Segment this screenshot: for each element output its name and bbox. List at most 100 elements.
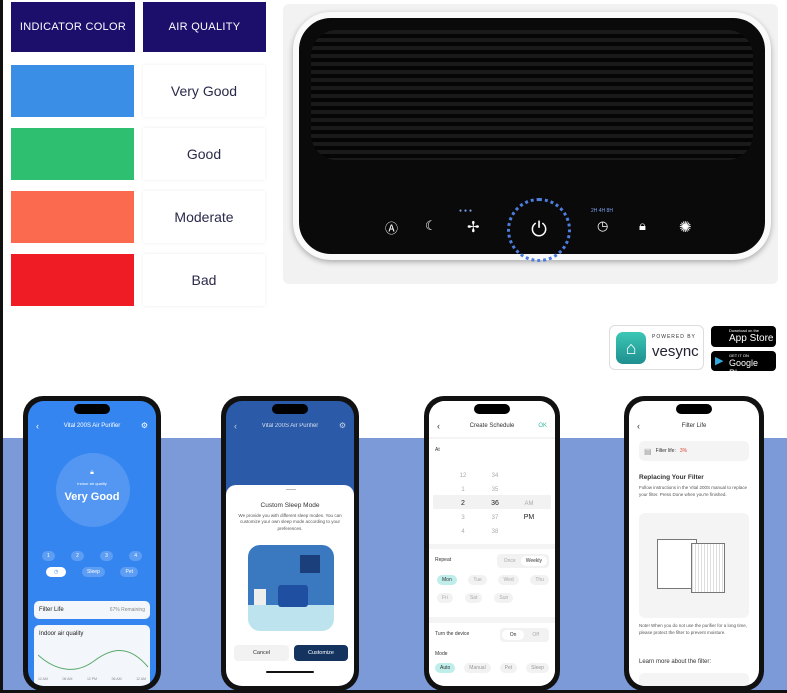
minute-option[interactable]: 34	[485, 469, 505, 483]
label-very-good: Very Good	[143, 65, 265, 117]
phone-filter-life-screen: ‹ Filter Life ▤ Filter life: 3% Replacin…	[624, 396, 764, 691]
learn-more-link[interactable]: Learn more about the filter:	[639, 659, 711, 665]
day-wed[interactable]: Wed	[498, 575, 519, 585]
filter-life-card[interactable]: Filter Life 67% Remaining	[34, 601, 150, 619]
modal-title: Custom Sleep Mode	[260, 502, 320, 509]
bedroom-illustration	[248, 545, 334, 631]
screen-title: Vital 200S Air Purifier	[63, 423, 121, 429]
gplay-text: Google Play	[729, 358, 759, 378]
modal-text: We provide you with different sleep mode…	[238, 513, 342, 531]
at-label: At	[435, 447, 440, 453]
pet-mode-button[interactable]: Pet	[120, 567, 138, 577]
color-swatch-bad	[11, 254, 134, 306]
day-mon[interactable]: Mon	[437, 575, 457, 585]
home-indicator	[266, 671, 314, 673]
vesync-logo: vesync	[652, 343, 699, 360]
mode-pet[interactable]: Pet	[499, 663, 518, 673]
minute-option[interactable]: 38	[485, 525, 505, 539]
fan-icon: ✢	[467, 219, 480, 236]
color-swatch-moderate	[11, 191, 134, 243]
app-store-badge[interactable]: Download on the App Store	[711, 326, 776, 347]
air-purifier-device: Ⓐ ☾ ✢ ●●● ⏻ 2H 4H 8H ◷ 🔒︎ ✺	[293, 12, 771, 262]
indoor-air-label: Indoor air quality	[77, 481, 107, 486]
sleep-mode-button[interactable]: Sleep	[82, 567, 105, 577]
day-thu[interactable]: Thu	[530, 575, 549, 585]
color-swatch-good	[11, 128, 134, 180]
hour-option[interactable]: 12	[453, 469, 473, 483]
power-button: ⏻	[507, 198, 571, 262]
hour-option[interactable]: 1	[453, 483, 473, 497]
air-quality-chart-card[interactable]: Indoor air quality 12 AM 06 AM 12 PM 06 AM 1…	[34, 625, 150, 686]
filter-life-label: Filter life:	[655, 448, 676, 454]
air-quality-status: Very Good	[64, 491, 120, 503]
pm-selected[interactable]: PM	[519, 511, 539, 525]
time-tick: 06 AM	[62, 677, 73, 681]
label-bad: Bad	[143, 254, 265, 306]
mode-sleep[interactable]: Sleep	[526, 663, 549, 673]
hour-selected[interactable]: 2	[453, 497, 473, 511]
filter-life-value: 3%	[679, 448, 688, 454]
time-tick: 12 AM	[136, 677, 146, 681]
time-tick: 12 PM	[86, 677, 98, 681]
play-icon: ▶	[715, 355, 724, 367]
indicator-color-header: INDICATOR COLOR	[11, 2, 135, 52]
replacing-heading: Replacing Your Filter	[639, 474, 704, 481]
powered-by-text: POWERED BY	[652, 334, 696, 340]
google-play-badge[interactable]: ▶ GET IT ON Google Play	[711, 351, 776, 378]
auto-mode-button[interactable]: ◷	[46, 567, 67, 577]
speed-1-button[interactable]: 1	[42, 551, 55, 561]
am-option[interactable]: AM	[519, 497, 539, 511]
lock-icon: 🔒︎	[639, 218, 646, 233]
minute-selected[interactable]: 36	[485, 497, 505, 511]
fan-speed-dots: ●●●	[459, 208, 475, 214]
phone-sleep-mode-screen: ‹ Vital 200S Air Purifier ⚙ Custom Sleep…	[221, 396, 359, 691]
repeat-label: Repeat	[435, 557, 452, 563]
day-sat[interactable]: Sat	[464, 593, 483, 603]
speed-4-button[interactable]: 4	[129, 551, 142, 561]
aq-trend-line	[38, 650, 149, 670]
air-grille	[311, 30, 753, 160]
minute-option[interactable]: 35	[485, 483, 505, 497]
aq-chart-label: Indoor air quality	[39, 631, 84, 637]
cancel-button[interactable]: Cancel	[234, 645, 289, 661]
day-tue[interactable]: Tue	[468, 575, 487, 585]
minute-option[interactable]: 37	[485, 511, 505, 525]
label-good: Good	[143, 128, 265, 180]
day-fri[interactable]: Fri	[437, 593, 453, 603]
hour-option[interactable]: 4	[453, 525, 473, 539]
time-picker[interactable]: At 12 1 2 3 4 34 35 36 37 38 AM PM	[429, 439, 555, 544]
light-icon: ✺	[679, 219, 692, 236]
appstore-text: App Store	[729, 333, 774, 344]
phone-schedule-screen: ‹ Create Schedule OK At 12 1 2 3 4 34 35 36 37 3…	[424, 396, 560, 691]
lock-icon: 🔒︎	[90, 469, 94, 476]
ok-button[interactable]: OK	[538, 423, 547, 429]
sleep-mode-icon: ☾	[425, 218, 437, 233]
label-moderate: Moderate	[143, 191, 265, 243]
learn-more-card[interactable]	[639, 673, 749, 686]
on-option[interactable]: On	[501, 630, 525, 640]
screen-title: Vital 200S Air Purifier	[261, 423, 319, 429]
day-sun[interactable]: Sun	[494, 593, 514, 603]
power-icon: ⏻	[531, 218, 547, 241]
air-quality-header: AIR QUALITY	[143, 2, 266, 52]
mode-manual[interactable]: Manual	[464, 663, 491, 673]
air-quality-dial	[56, 453, 130, 527]
mode-auto[interactable]: Auto	[435, 663, 456, 673]
speed-3-button[interactable]: 3	[100, 551, 113, 561]
off-option[interactable]: Off	[524, 630, 547, 640]
weekly-option[interactable]: Weekly	[520, 556, 547, 566]
filter-note: Note! When you do not use the purifier f…	[639, 623, 748, 635]
time-tick: 06 AM	[111, 677, 122, 681]
auto-mode-icon: Ⓐ	[385, 221, 399, 236]
time-tick: 12 AM	[38, 677, 48, 681]
filter-life-value: 67% Remaining	[109, 607, 145, 613]
timer-labels: 2H 4H 8H	[591, 208, 613, 214]
settings-icon[interactable]: ⚙	[141, 421, 148, 430]
customize-button[interactable]: Customize	[294, 645, 348, 661]
speed-2-button[interactable]: 2	[71, 551, 84, 561]
once-option[interactable]: Once	[499, 556, 521, 566]
filter-life-label: Filter Life	[39, 607, 64, 613]
settings-icon[interactable]: ⚙	[339, 421, 346, 430]
filter-icon: ▤	[644, 446, 652, 456]
hour-option[interactable]: 3	[453, 511, 473, 525]
